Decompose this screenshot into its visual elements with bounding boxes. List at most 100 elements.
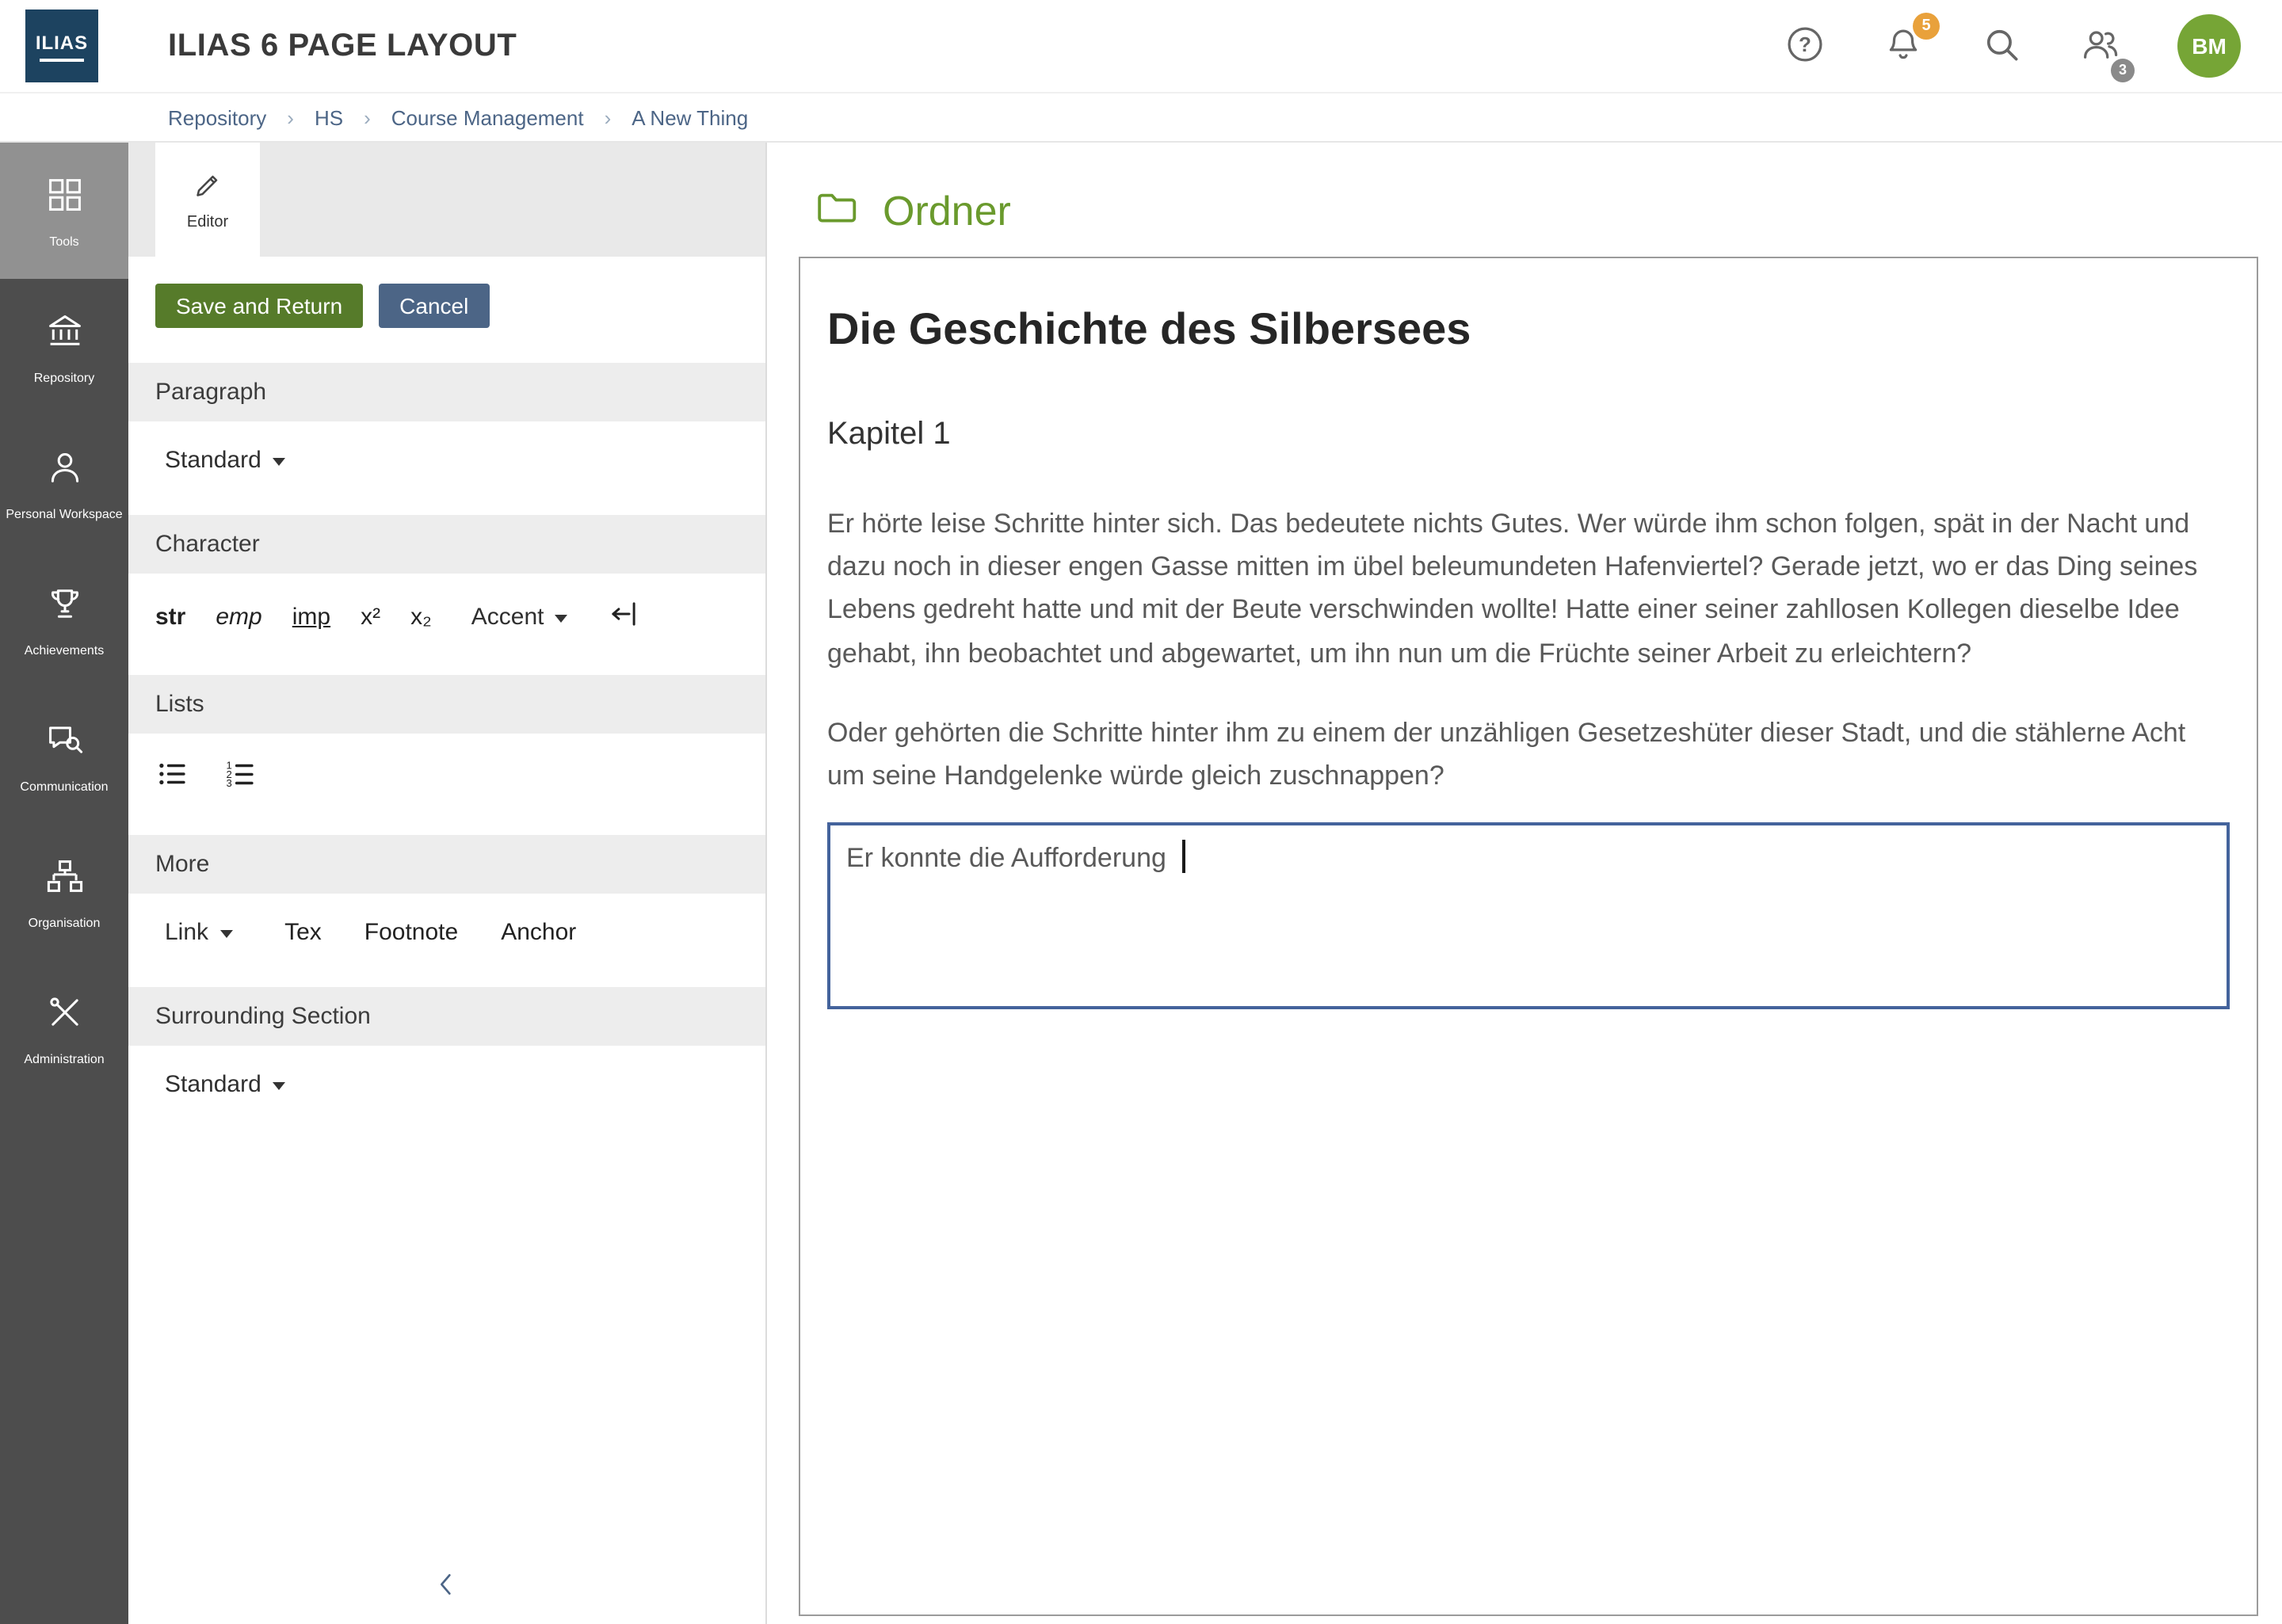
bank-icon bbox=[44, 310, 85, 359]
grid-icon bbox=[44, 173, 85, 223]
mainbar-item-personal-workspace[interactable]: Personal Workspace bbox=[0, 415, 128, 551]
mainbar-label: Tools bbox=[49, 234, 78, 248]
subscript-button[interactable]: x₂ bbox=[410, 603, 432, 630]
important-button[interactable]: imp bbox=[292, 603, 330, 630]
accent-label: Accent bbox=[471, 603, 544, 630]
character-section-title: Character bbox=[128, 515, 765, 574]
article-chapter[interactable]: Kapitel 1 bbox=[827, 417, 2230, 453]
surrounding-style-value: Standard bbox=[165, 1071, 261, 1098]
mainbar-label: Achievements bbox=[25, 642, 105, 657]
lists-section-body: 1 2 3 bbox=[128, 734, 765, 824]
notification-badge: 5 bbox=[1913, 12, 1940, 39]
article-paragraph[interactable]: Oder gehörten die Schritte hinter ihm zu… bbox=[827, 711, 2230, 798]
collapse-panel-button[interactable] bbox=[128, 1551, 765, 1624]
strong-button[interactable]: str bbox=[155, 603, 185, 630]
online-users-badge: 3 bbox=[2111, 58, 2135, 82]
more-section-body: Link Tex Footnote Anchor bbox=[128, 894, 765, 976]
page-editor-surface[interactable]: Die Geschichte des Silbersees Kapitel 1 … bbox=[799, 257, 2258, 1616]
ilias-logo[interactable]: ILIAS bbox=[25, 10, 98, 82]
mainbar-item-organisation[interactable]: Organisation bbox=[0, 824, 128, 960]
folder-icon bbox=[811, 185, 859, 236]
mainbar: Tools Repository Perso bbox=[0, 143, 128, 1624]
ordered-list-button[interactable]: 1 2 3 bbox=[223, 757, 257, 795]
mainbar-item-repository[interactable]: Repository bbox=[0, 279, 128, 415]
editing-text: Er konnte die Aufforderung bbox=[846, 843, 1173, 873]
article-heading[interactable]: Die Geschichte des Silbersees bbox=[827, 304, 2230, 355]
breadcrumb-item-course-management[interactable]: Course Management bbox=[391, 105, 584, 129]
help-button[interactable]: ? bbox=[1784, 23, 1826, 69]
avatar[interactable]: BM bbox=[2177, 14, 2241, 78]
org-chart-icon bbox=[44, 855, 85, 904]
paragraph-style-dropdown[interactable]: Standard bbox=[155, 445, 295, 475]
pencil-icon bbox=[192, 169, 223, 205]
chevron-down-icon bbox=[555, 614, 567, 622]
clear-format-button[interactable] bbox=[607, 597, 640, 635]
surrounding-style-dropdown[interactable]: Standard bbox=[155, 1069, 295, 1100]
emphasis-button[interactable]: emp bbox=[216, 603, 261, 630]
speech-bubble-search-icon bbox=[44, 719, 85, 768]
breadcrumb-item-hs[interactable]: HS bbox=[315, 105, 343, 129]
character-section-body: str emp imp x² x₂ Accent bbox=[128, 574, 765, 664]
save-and-return-button[interactable]: Save and Return bbox=[155, 284, 363, 328]
breadcrumb-separator-icon: › bbox=[287, 105, 294, 129]
tab-editor[interactable]: Editor bbox=[155, 143, 260, 257]
tools-crossed-icon bbox=[44, 991, 85, 1040]
surrounding-section-title: Surrounding Section bbox=[128, 987, 765, 1046]
search-icon bbox=[1981, 23, 2022, 69]
mainbar-label: Repository bbox=[34, 370, 95, 384]
search-button[interactable] bbox=[1981, 23, 2022, 69]
paragraph-section-body: Standard bbox=[128, 421, 765, 504]
chevron-down-icon bbox=[219, 930, 232, 938]
surrounding-section-body: Standard bbox=[128, 1046, 765, 1128]
mainbar-item-achievements[interactable]: Achievements bbox=[0, 551, 128, 688]
active-edit-area[interactable]: Er konnte die Aufforderung bbox=[827, 822, 2230, 1009]
main-content: Ordner Die Geschichte des Silbersees Kap… bbox=[767, 143, 2282, 1624]
clear-format-icon bbox=[607, 597, 640, 635]
article-paragraph[interactable]: Er hörte leise Schritte hinter sich. Das… bbox=[827, 502, 2230, 675]
editor-tabs-row: Editor bbox=[128, 143, 765, 257]
chevron-down-icon bbox=[273, 1082, 285, 1090]
superscript-button[interactable]: x² bbox=[361, 603, 380, 630]
trophy-icon bbox=[44, 582, 85, 631]
text-cursor bbox=[1181, 840, 1185, 873]
paragraph-section-title: Paragraph bbox=[128, 363, 765, 421]
logo-text: ILIAS bbox=[36, 31, 88, 53]
header-actions: ? 5 bbox=[1784, 14, 2241, 78]
svg-text:3: 3 bbox=[227, 777, 232, 789]
tab-editor-label: Editor bbox=[187, 213, 228, 231]
breadcrumb-separator-icon: › bbox=[364, 105, 371, 129]
logo-underline bbox=[40, 58, 84, 61]
breadcrumb-item-repository[interactable]: Repository bbox=[168, 105, 266, 129]
page-title: Ordner bbox=[883, 186, 1011, 235]
mainbar-item-communication[interactable]: Communication bbox=[0, 688, 128, 824]
footnote-button[interactable]: Footnote bbox=[364, 919, 458, 946]
breadcrumb-item-a-new-thing[interactable]: A New Thing bbox=[632, 105, 748, 129]
tex-button[interactable]: Tex bbox=[284, 919, 322, 946]
mainbar-label: Personal Workspace bbox=[6, 506, 122, 520]
bullet-list-button[interactable] bbox=[155, 757, 189, 795]
mainbar-item-tools[interactable]: Tools bbox=[0, 143, 128, 279]
notifications-button[interactable]: 5 bbox=[1883, 23, 1924, 69]
editor-actions: Save and Return Cancel bbox=[128, 257, 765, 352]
mainbar-label: Organisation bbox=[29, 915, 101, 929]
chevron-down-icon bbox=[273, 458, 285, 466]
anchor-button[interactable]: Anchor bbox=[501, 919, 576, 946]
link-dropdown[interactable]: Link bbox=[155, 917, 242, 947]
page: ILIAS ILIAS 6 PAGE LAYOUT ? bbox=[0, 0, 2282, 1622]
top-header: ILIAS ILIAS 6 PAGE LAYOUT ? bbox=[0, 0, 2282, 93]
mainbar-label: Administration bbox=[24, 1051, 104, 1066]
online-users-button[interactable]: 3 bbox=[2079, 23, 2120, 69]
breadcrumb-separator-icon: › bbox=[605, 105, 612, 129]
chevron-left-icon bbox=[431, 1568, 463, 1607]
accent-dropdown[interactable]: Accent bbox=[462, 601, 578, 631]
mainbar-item-administration[interactable]: Administration bbox=[0, 960, 128, 1096]
cancel-button[interactable]: Cancel bbox=[379, 284, 489, 328]
more-section-title: More bbox=[128, 835, 765, 894]
page-head: Ordner bbox=[811, 185, 2258, 236]
breadcrumb: Repository › HS › Course Management › A … bbox=[0, 93, 2282, 143]
app-title: ILIAS 6 PAGE LAYOUT bbox=[168, 28, 517, 64]
paragraph-style-value: Standard bbox=[165, 447, 261, 474]
editor-panel: Editor Save and Return Cancel Paragraph … bbox=[128, 143, 767, 1624]
help-icon: ? bbox=[1784, 23, 1826, 69]
person-icon bbox=[44, 446, 85, 495]
